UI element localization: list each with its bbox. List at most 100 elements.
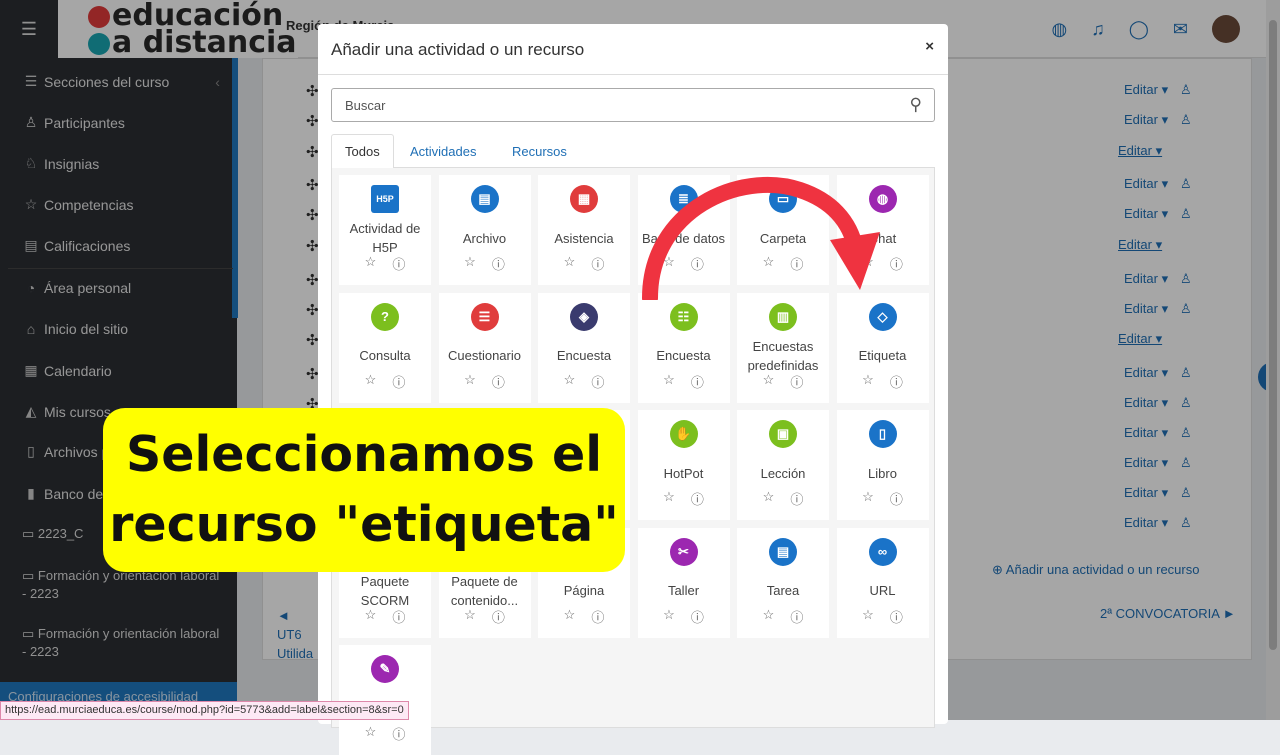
info-icon[interactable]: ⓘ: [591, 607, 604, 626]
star-icon[interactable]: ☆: [763, 372, 775, 391]
info-icon[interactable]: ⓘ: [691, 372, 704, 391]
activity-card[interactable]: ▥ Encuestas predefinidas ☆ ⓘ: [737, 292, 829, 403]
info-icon[interactable]: ⓘ: [890, 372, 903, 391]
star-icon[interactable]: ☆: [763, 489, 775, 508]
activity-card[interactable]: ☷ Encuesta ☆ ⓘ: [637, 292, 730, 403]
star-icon[interactable]: ☆: [365, 724, 377, 743]
info-icon[interactable]: ⓘ: [492, 372, 505, 391]
chart-icon: ▥: [769, 302, 797, 331]
tab-bar: Todos Actividades Recursos: [331, 134, 935, 169]
star-icon[interactable]: ☆: [564, 254, 576, 273]
activity-label: Etiqueta: [858, 348, 907, 363]
activity-label: Asistencia: [554, 230, 614, 246]
info-icon[interactable]: ⓘ: [392, 372, 405, 391]
activity-label: URL: [869, 583, 896, 598]
book-icon: ▯: [868, 420, 897, 448]
modal-title: Añadir una actividad o un recurso: [331, 40, 585, 59]
tag-icon: ◇: [868, 302, 897, 331]
question-icon: ?: [371, 302, 399, 331]
info-icon[interactable]: ⓘ: [392, 254, 405, 273]
search-icon[interactable]: ⚲: [910, 95, 922, 115]
activity-card[interactable]: H5P Actividad de H5P ☆ ⓘ: [339, 175, 431, 285]
search-placeholder: Buscar: [345, 97, 386, 113]
survey-box-icon: ◈: [570, 302, 598, 331]
activity-card[interactable]: ◇ Etiqueta ☆ ⓘ: [836, 292, 929, 403]
star-icon[interactable]: ☆: [663, 607, 675, 626]
star-icon[interactable]: ☆: [464, 254, 476, 273]
activity-card[interactable]: ? Consulta ☆ ⓘ: [339, 292, 431, 403]
star-icon[interactable]: ☆: [464, 607, 476, 626]
lesson-icon: ▣: [769, 420, 797, 448]
annotation-line2: recurso "etiqueta": [109, 496, 619, 553]
star-icon[interactable]: ☆: [663, 372, 675, 391]
info-icon[interactable]: ⓘ: [890, 254, 903, 273]
modal-divider: [318, 74, 948, 75]
info-icon[interactable]: ⓘ: [890, 489, 903, 508]
info-icon[interactable]: ⓘ: [790, 489, 803, 508]
wiki-icon: ✎: [371, 655, 399, 683]
info-icon[interactable]: ⓘ: [492, 607, 505, 626]
activity-card[interactable]: ✂ Taller ☆ ⓘ: [637, 527, 730, 638]
hotpot-icon: ✋: [669, 420, 698, 448]
activity-label: Taller: [667, 583, 700, 598]
annotation-callout: Seleccionamos el recurso "etiqueta": [103, 408, 625, 572]
activity-card[interactable]: ▤ Tarea ☆ ⓘ: [737, 527, 829, 638]
info-icon[interactable]: ⓘ: [691, 607, 704, 626]
quiz-icon: ☰: [470, 302, 499, 331]
info-icon[interactable]: ⓘ: [492, 254, 505, 273]
star-icon[interactable]: ☆: [365, 607, 377, 626]
assign-icon: ▤: [769, 537, 797, 566]
activity-label: Tarea: [766, 583, 800, 598]
tab-todos[interactable]: Todos: [331, 134, 394, 169]
info-icon[interactable]: ⓘ: [890, 607, 903, 626]
star-icon[interactable]: ☆: [663, 489, 675, 508]
activity-card[interactable]: ▦ Asistencia ☆ ⓘ: [538, 175, 630, 285]
activity-card[interactable]: ▣ Lección ☆ ⓘ: [737, 410, 829, 520]
activity-label: Libro: [868, 465, 897, 481]
activity-label: Actividad de H5P: [349, 221, 421, 255]
info-icon[interactable]: ⓘ: [591, 372, 604, 391]
status-bar-url: https://ead.murciaeduca.es/course/mod.ph…: [0, 701, 409, 720]
tab-recursos[interactable]: Recursos: [499, 134, 580, 168]
activity-label: Encuestas predefinidas: [747, 338, 819, 373]
activity-label: Consulta: [359, 348, 411, 363]
star-icon[interactable]: ☆: [365, 372, 377, 391]
star-icon[interactable]: ☆: [564, 372, 576, 391]
activity-label: HotPot: [663, 465, 704, 481]
star-icon[interactable]: ☆: [365, 254, 377, 273]
workshop-icon: ✂: [669, 537, 698, 566]
info-icon[interactable]: ⓘ: [591, 254, 604, 273]
star-icon[interactable]: ☆: [862, 607, 874, 626]
activity-label: Encuesta: [656, 348, 711, 363]
red-arrow-annotation: [642, 177, 880, 300]
file-icon: ▤: [470, 185, 499, 213]
h5p-icon: H5P: [371, 185, 399, 213]
info-icon[interactable]: ⓘ: [691, 489, 704, 508]
star-icon[interactable]: ☆: [862, 372, 874, 391]
info-icon[interactable]: ⓘ: [392, 724, 405, 743]
activity-card[interactable]: ☰ Cuestionario ☆ ⓘ: [438, 292, 531, 403]
info-icon[interactable]: ⓘ: [392, 607, 405, 626]
activity-card[interactable]: ∞ URL ☆ ⓘ: [836, 527, 929, 638]
activity-chooser-modal: Añadir una actividad o un recurso × Busc…: [318, 24, 948, 755]
close-button[interactable]: ×: [925, 38, 934, 55]
activity-label: Paquete SCORM: [360, 573, 410, 608]
info-icon[interactable]: ⓘ: [790, 372, 803, 391]
activity-label: Encuesta: [556, 348, 612, 363]
search-input[interactable]: Buscar ⚲: [331, 88, 935, 122]
tab-actividades[interactable]: Actividades: [397, 134, 489, 168]
activity-card[interactable]: ✋ HotPot ☆ ⓘ: [637, 410, 730, 520]
annotation-line1: Seleccionamos el: [125, 426, 603, 483]
star-icon[interactable]: ☆: [564, 607, 576, 626]
activity-card[interactable]: ▤ Archivo ☆ ⓘ: [438, 175, 531, 285]
star-icon[interactable]: ☆: [862, 489, 874, 508]
star-icon[interactable]: ☆: [464, 372, 476, 391]
star-icon[interactable]: ☆: [763, 607, 775, 626]
activity-label: Paquete de contenido...: [450, 573, 519, 608]
activity-card[interactable]: ✎Wiki☆ⓘ: [339, 645, 431, 755]
attendance-icon: ▦: [570, 185, 598, 213]
feedback-icon: ☷: [669, 302, 698, 331]
info-icon[interactable]: ⓘ: [790, 607, 803, 626]
activity-card[interactable]: ◈ Encuesta ☆ ⓘ: [538, 292, 630, 403]
activity-card[interactable]: ▯ Libro ☆ ⓘ: [836, 410, 929, 520]
